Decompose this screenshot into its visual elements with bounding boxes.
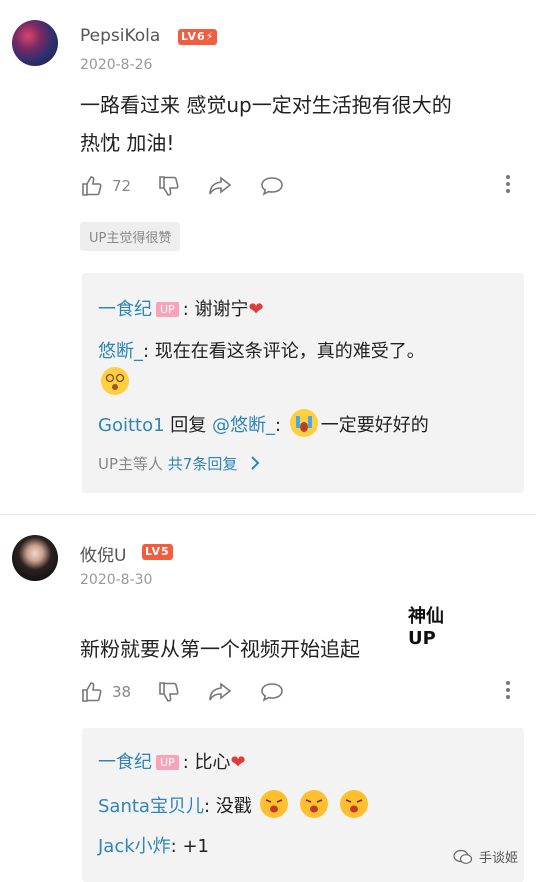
comment-text-line: 一路看过来 感觉up一定对生活抱有很大的 [80, 93, 452, 117]
share-button[interactable] [207, 174, 233, 198]
reply-text: : 谢谢宁 [182, 299, 249, 320]
heart-icon: ❤ [248, 299, 264, 320]
watermark: 手谈姬 [453, 847, 518, 866]
share-button[interactable] [207, 680, 233, 704]
reply-summary-prefix: UP主等人 [98, 455, 168, 473]
comment-username[interactable]: 攸倪U [80, 541, 126, 566]
comment-icon [261, 177, 283, 196]
wechat-icon [453, 849, 473, 864]
reply-item: 一食纪 UP: 比心❤ [98, 748, 246, 774]
reply-text: : 没戳 [203, 796, 252, 817]
reply-emoji-line [98, 367, 132, 395]
heart-icon: ❤ [230, 752, 246, 773]
crying-face-emoji-icon [289, 409, 318, 437]
sticker-line: 神仙 [408, 606, 444, 627]
angry-face-emoji-icon [300, 790, 329, 818]
reply-item: Santa宝贝儿: 没戳 [98, 790, 371, 818]
reply-username[interactable]: Jack小炸 [98, 836, 171, 857]
reply-text: : 现在在看这条评论，真的难受了。 [143, 341, 425, 362]
up-liked-badge: UP主觉得很赞 [80, 222, 181, 251]
angry-face-emoji-icon [260, 790, 289, 818]
comment-text: 一路看过来 感觉up一定对生活抱有很大的 热忱 加油! [80, 86, 510, 162]
view-all-replies-link[interactable]: 共7条回复 [168, 455, 238, 473]
reply-username[interactable]: Goitto1 [98, 415, 165, 436]
angry-face-emoji-icon [339, 790, 368, 818]
sticker-line: UP [408, 628, 436, 649]
avatar[interactable] [12, 20, 58, 66]
reply-username[interactable]: 一食纪 [98, 299, 152, 320]
more-options-icon[interactable] [506, 172, 512, 196]
reply-summary[interactable]: UP主等人 共7条回复 [98, 453, 262, 474]
dizzy-face-emoji-icon [101, 367, 129, 395]
reply-text: 回复 [164, 415, 212, 436]
shenxian-up-sticker: 神仙 UP [408, 606, 456, 650]
reply-text: : +1 [170, 836, 209, 857]
more-options-icon[interactable] [506, 678, 512, 702]
thumbs-up-icon [82, 682, 102, 702]
reply-username[interactable]: 悠断_ [98, 341, 143, 362]
comment-date: 2020-8-26 [80, 57, 153, 73]
reply-button[interactable] [259, 174, 285, 198]
comment-date: 2020-8-30 [80, 572, 153, 588]
reply-username[interactable]: 一食纪 [98, 752, 152, 773]
thumbs-down-icon [159, 682, 179, 702]
watermark-text: 手谈姬 [478, 851, 518, 866]
comment-text-line: 热忱 加油! [80, 131, 175, 155]
level-badge: LV6⚡ [178, 29, 218, 45]
replies-box[interactable]: 一食纪 UP: 谢谢宁❤ 悠断_: 现在在看这条评论，真的难受了。 Goitto1… [82, 273, 524, 493]
reply-text: : 比心 [182, 752, 231, 773]
comment-text: 新粉就要从第一个视频开始追起 [80, 637, 360, 661]
reply-text: : [275, 415, 287, 436]
level-badge: LV5 [142, 544, 173, 560]
reply-item: 一食纪 UP: 谢谢宁❤ [98, 295, 264, 321]
thumbs-up-icon [82, 176, 102, 196]
reply-username[interactable]: Santa宝贝儿 [98, 796, 204, 817]
dislike-button[interactable] [157, 174, 181, 198]
like-button[interactable]: 38 [80, 680, 131, 704]
up-tag: UP [156, 755, 179, 770]
thumbs-down-icon [159, 176, 179, 196]
share-icon [209, 682, 232, 701]
up-tag: UP [156, 302, 179, 317]
like-count: 72 [112, 177, 132, 195]
comment-divider [0, 514, 536, 515]
share-icon [209, 176, 232, 195]
dislike-button[interactable] [157, 680, 181, 704]
comment-icon [261, 683, 283, 702]
reply-item: Jack小炸: +1 [98, 832, 209, 858]
reply-button[interactable] [259, 680, 285, 704]
like-count: 38 [112, 683, 132, 701]
comment-actions: 72 [80, 172, 311, 200]
reply-mention[interactable]: @悠断_ [212, 415, 275, 436]
avatar[interactable] [12, 535, 58, 581]
comment-username[interactable]: PepsiKola [80, 26, 160, 46]
chevron-right-icon [251, 456, 260, 470]
reply-text: 一定要好好的 [320, 415, 429, 436]
reply-item: Goitto1 回复 @悠断_: 一定要好好的 [98, 409, 429, 437]
like-button[interactable]: 72 [80, 174, 131, 198]
comment-actions: 38 [80, 678, 311, 706]
reply-item: 悠断_: 现在在看这条评论，真的难受了。 [98, 337, 425, 363]
